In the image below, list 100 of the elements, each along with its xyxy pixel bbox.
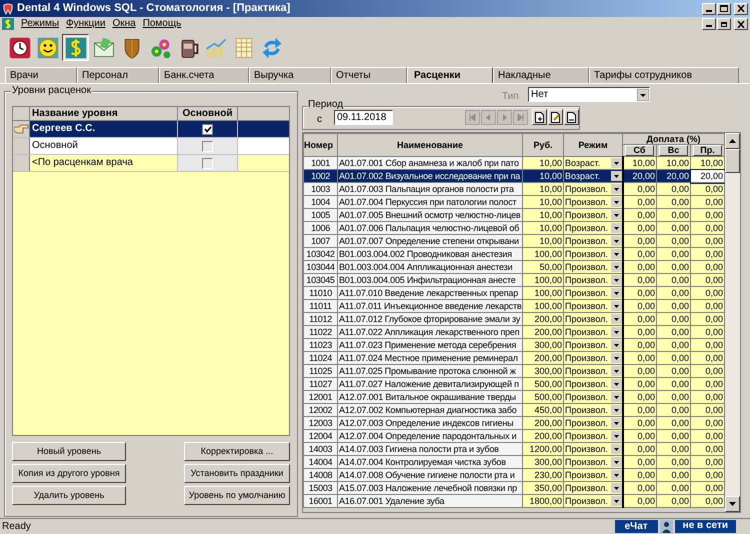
level-name: Сергеев С.С. — [30, 121, 178, 137]
table-cell: A12.07.001 Витальное окрашивание тверды — [338, 390, 522, 404]
table-cell: 10,00 — [522, 208, 564, 222]
restore-button[interactable] — [717, 18, 731, 30]
mode-dropdown[interactable]: Произвол. — [564, 405, 620, 415]
table-cell: 0,00 — [690, 416, 725, 430]
table-row[interactable]: <По расценкам врача — [13, 155, 289, 172]
mode-dropdown[interactable]: Произвол. — [564, 288, 620, 298]
mode-dropdown[interactable]: Произвол. — [564, 327, 620, 337]
mode-dropdown[interactable]: Произвол. — [564, 496, 620, 506]
tab[interactable]: Отчеты — [331, 67, 407, 83]
mode-dropdown[interactable]: Произвол. — [564, 418, 620, 428]
table-cell: 16001 — [304, 494, 338, 508]
status-text: Ready — [2, 520, 32, 534]
column-header[interactable]: Вс — [659, 145, 688, 156]
caret-icon — [610, 223, 620, 233]
window-title: Dental 4 Windows SQL - Стоматология - [Практика] — [17, 1, 290, 16]
date-field[interactable]: 09.11.2018 — [334, 110, 393, 125]
push-button[interactable]: Уровень по умолчанию — [184, 486, 290, 505]
table-cell: 0,00 — [656, 182, 690, 196]
tab[interactable]: Банк.счета — [159, 67, 249, 83]
push-button[interactable]: Удалить уровень — [12, 486, 126, 505]
table-cell: 0,00 — [690, 494, 725, 508]
table-cell: A16.07.001 Удаление зуба — [338, 494, 522, 508]
close-button[interactable] — [734, 18, 748, 30]
minimize-button[interactable] — [702, 2, 716, 14]
mode-dropdown[interactable]: Возраст. — [564, 171, 620, 181]
delete-document-button[interactable] — [564, 109, 579, 125]
caret-icon — [610, 210, 620, 220]
caret-icon — [610, 405, 620, 415]
column-header[interactable]: Пр. — [693, 145, 722, 156]
push-button[interactable]: Установить праздники — [184, 464, 290, 483]
group-title: Период — [307, 99, 344, 111]
down-arrow-icon — [729, 502, 736, 506]
mode-dropdown[interactable]: Произвол. — [564, 249, 620, 259]
mode-dropdown[interactable]: Возраст. — [564, 158, 620, 168]
table-cell: 0,00 — [690, 482, 725, 494]
mode-dropdown[interactable]: Произвол. — [564, 197, 620, 207]
tab[interactable]: Персонал — [77, 67, 159, 83]
menu-item[interactable]: Окна — [112, 18, 136, 30]
vertical-scrollbar[interactable] — [725, 133, 740, 512]
mode-dropdown[interactable]: Произвол. — [564, 210, 620, 220]
mode-dropdown[interactable]: Произвол. — [564, 353, 620, 363]
scrollbar-thumb[interactable] — [725, 149, 740, 173]
checkbox[interactable] — [202, 158, 213, 168]
mode-dropdown[interactable]: Произвол. — [564, 483, 620, 493]
mode-dropdown[interactable]: Произвол. — [564, 392, 620, 402]
mode-dropdown[interactable]: Произвол. — [564, 301, 620, 311]
table-row[interactable]: 16001 A16.07.001 Удаление зуба 1800,00 Произвол. 0,00 0,00 0,00 — [304, 494, 725, 508]
mode-dropdown[interactable]: Произвол. — [564, 314, 620, 324]
close-button[interactable] — [734, 2, 748, 14]
push-button[interactable]: Новый уровень — [12, 442, 126, 461]
push-button[interactable]: Копия из другого уровня — [12, 464, 126, 483]
table-cell: B01.003.004.002 Проводниковая анестезия — [338, 248, 522, 260]
table-cell: 200,00 — [522, 352, 564, 364]
menu-item[interactable]: Режимы — [21, 18, 60, 30]
table-cell: 11010 — [304, 286, 338, 300]
mode-dropdown[interactable]: Произвол. — [564, 262, 620, 272]
mode-dropdown[interactable]: Произвол. — [564, 366, 620, 376]
table-cell: 10,00 — [522, 222, 564, 234]
mode-dropdown[interactable]: Произвол. — [564, 431, 620, 441]
minimize-button[interactable] — [702, 18, 716, 30]
tab[interactable]: Врачи — [5, 67, 77, 83]
column-header[interactable]: Сб — [625, 145, 654, 156]
chat-button[interactable]: еЧат — [614, 520, 658, 533]
table-cell: A12.07.003 Определение индексов гигиены — [338, 416, 522, 430]
maximize-button[interactable] — [717, 2, 731, 14]
table-row[interactable]: Сергеев С.С. — [13, 121, 289, 138]
mode-dropdown[interactable]: Произвол. — [564, 236, 620, 246]
smiley-icon — [36, 36, 60, 60]
mode-dropdown[interactable]: Произвол. — [564, 470, 620, 480]
tab[interactable]: Накладные — [493, 67, 589, 83]
tab[interactable]: Расценки — [407, 67, 493, 83]
mode-dropdown[interactable]: Произвол. — [564, 379, 620, 389]
mode-dropdown[interactable]: Произвол. — [564, 223, 620, 233]
push-button[interactable]: Корректировка ... — [184, 442, 290, 461]
toolbar-button[interactable] — [62, 34, 89, 61]
type-dropdown[interactable]: Нет — [528, 87, 650, 102]
table-cell: A01.07.007 Определение степени открывани — [338, 234, 522, 248]
menu-item[interactable]: Помощь — [142, 18, 182, 30]
tab[interactable]: Тарифы сотрудников — [589, 67, 739, 83]
mode-dropdown[interactable]: Произвол. — [564, 340, 620, 350]
tab[interactable]: Выручка — [249, 67, 331, 83]
table-cell: A15.07.003 Наложение лечебной повязки пр — [338, 482, 522, 494]
caret-icon — [610, 457, 620, 467]
caret-icon — [610, 314, 620, 324]
table-cell[interactable]: 20,00 — [690, 170, 725, 182]
menu-item[interactable]: Функции — [66, 18, 106, 30]
mode-dropdown[interactable]: Произвол. — [564, 457, 620, 467]
edit-document-button[interactable] — [548, 109, 563, 125]
network-status: не в сети — [674, 520, 736, 533]
mode-dropdown[interactable]: Произвол. — [564, 444, 620, 454]
document-icon — [567, 112, 576, 122]
table-row[interactable]: Основной — [13, 138, 289, 155]
mode-dropdown[interactable]: Произвол. — [564, 275, 620, 285]
checkbox[interactable] — [202, 124, 213, 134]
new-document-button[interactable] — [532, 109, 547, 125]
checkbox[interactable] — [202, 140, 213, 152]
mode-dropdown[interactable]: Произвол. — [564, 184, 620, 194]
table-cell: 20,00 — [656, 170, 690, 182]
